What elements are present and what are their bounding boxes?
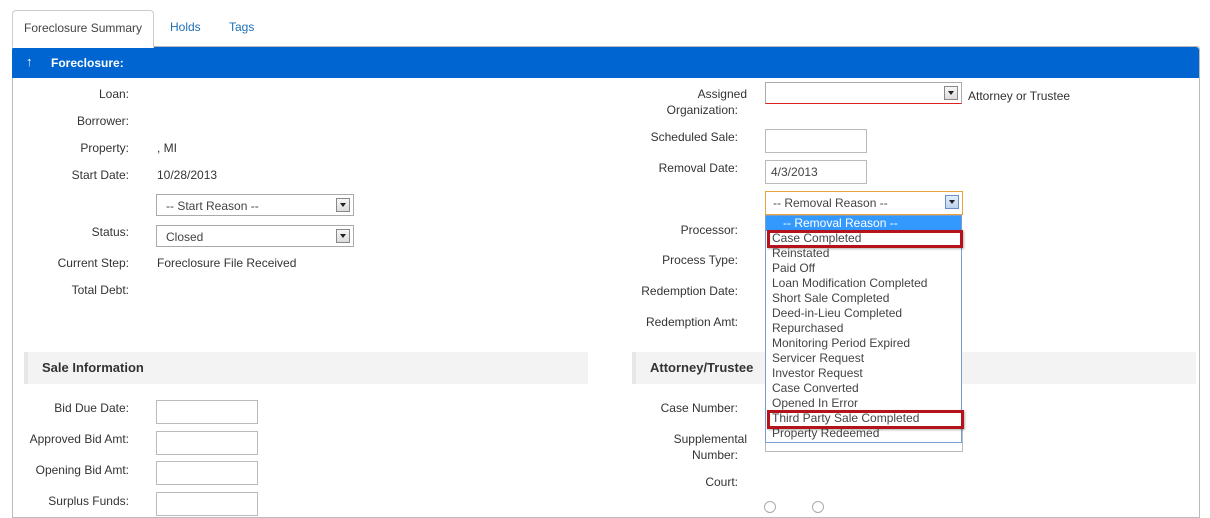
removal-reason-dropdown-list: -- Removal Reason -- Case Completed Rein… (765, 215, 962, 443)
assigned-org-select[interactable] (765, 82, 962, 104)
supplemental-label-line2: Number: (691, 448, 738, 462)
dropdown-option[interactable]: Loan Modification Completed (772, 276, 927, 291)
dropdown-option[interactable]: Monitoring Period Expired (772, 336, 910, 351)
sale-information-header: Sale Information (24, 352, 588, 384)
supplemental-label-line1: Supplemental (673, 432, 747, 446)
process-type-label: Process Type: (662, 253, 738, 267)
dropdown-option[interactable]: Investor Request (772, 366, 863, 381)
property-label: Property: (80, 141, 129, 155)
removal-date-label: Removal Date: (658, 161, 738, 175)
processor-label: Processor: (680, 223, 738, 237)
dropdown-option[interactable]: Paid Off (772, 261, 815, 276)
approved-bid-input[interactable] (156, 431, 258, 455)
bid-due-date-input[interactable] (156, 400, 258, 424)
total-debt-label: Total Debt: (71, 283, 129, 297)
status-label: Status: (91, 225, 129, 239)
redemption-date-label: Redemption Date: (641, 284, 738, 298)
assigned-org-label-line2: Organization: (666, 103, 738, 117)
tab-tags[interactable]: Tags (218, 10, 265, 46)
start-date-value: 10/28/2013 (157, 168, 218, 182)
radio-option-2[interactable] (812, 501, 824, 513)
dropdown-option[interactable]: Reinstated (772, 246, 829, 261)
surplus-funds-input[interactable] (156, 492, 258, 516)
current-step-label: Current Step: (57, 256, 129, 270)
radio-option-1[interactable] (764, 501, 776, 513)
start-reason-value: -- Start Reason -- (166, 199, 259, 213)
surplus-funds-label: Surplus Funds: (48, 494, 129, 508)
opening-bid-input[interactable] (156, 461, 258, 485)
scheduled-sale-input[interactable] (765, 129, 867, 153)
opening-bid-label: Opening Bid Amt: (35, 463, 129, 477)
chevron-down-icon[interactable] (944, 86, 958, 100)
assigned-org-label-line1: Assigned (697, 87, 747, 101)
tab-foreclosure-summary[interactable]: Foreclosure Summary (12, 10, 155, 48)
assigned-org-note: Attorney or Trustee (968, 89, 1071, 103)
dropdown-option[interactable]: Case Converted (772, 381, 859, 396)
removal-reason-select[interactable]: -- Removal Reason -- (765, 191, 963, 215)
tab-holds[interactable]: Holds (159, 10, 212, 46)
collapse-arrow-icon[interactable]: ↑ (26, 54, 33, 69)
attorney-trustee-title: Attorney/Trustee (650, 360, 754, 375)
sale-information-title: Sale Information (42, 360, 144, 375)
dropdown-option-label: -- Removal Reason -- (783, 216, 898, 230)
approved-bid-label: Approved Bid Amt: (29, 432, 129, 446)
chevron-down-icon[interactable] (336, 198, 350, 212)
case-number-label: Case Number: (660, 401, 738, 415)
panel-header: ↑ Foreclosure: (12, 47, 1199, 78)
property-value: , MI (157, 141, 177, 155)
dropdown-option[interactable]: Opened In Error (772, 396, 858, 411)
removal-reason-value: -- Removal Reason -- (773, 196, 888, 210)
current-step-value: Foreclosure File Received (157, 256, 297, 270)
bid-due-date-label: Bid Due Date: (54, 401, 129, 415)
status-value: Closed (166, 230, 204, 244)
redemption-amt-label: Redemption Amt: (645, 315, 738, 329)
chevron-down-icon[interactable] (336, 229, 350, 243)
removal-date-input[interactable]: 4/3/2013 (765, 160, 867, 184)
panel-title: Foreclosure: (51, 56, 124, 70)
annotation-highlight-third-party-sale (767, 410, 964, 429)
dropdown-option[interactable]: Servicer Request (772, 351, 864, 366)
dropdown-option[interactable]: Repurchased (772, 321, 843, 336)
borrower-label: Borrower: (76, 114, 129, 128)
status-select[interactable]: Closed (156, 225, 354, 247)
dropdown-option-selected[interactable]: -- Removal Reason -- (766, 216, 961, 231)
start-date-label: Start Date: (71, 168, 129, 182)
chevron-down-icon[interactable] (945, 195, 959, 209)
loan-label: Loan: (98, 87, 129, 101)
removal-date-value: 4/3/2013 (771, 165, 818, 179)
annotation-highlight-case-completed (767, 230, 963, 248)
start-reason-select[interactable]: -- Start Reason -- (156, 194, 354, 216)
dropdown-option[interactable]: Short Sale Completed (772, 291, 889, 306)
scheduled-sale-label: Scheduled Sale: (650, 130, 738, 144)
dropdown-option[interactable]: Deed-in-Lieu Completed (772, 306, 902, 321)
court-label: Court: (705, 475, 738, 489)
